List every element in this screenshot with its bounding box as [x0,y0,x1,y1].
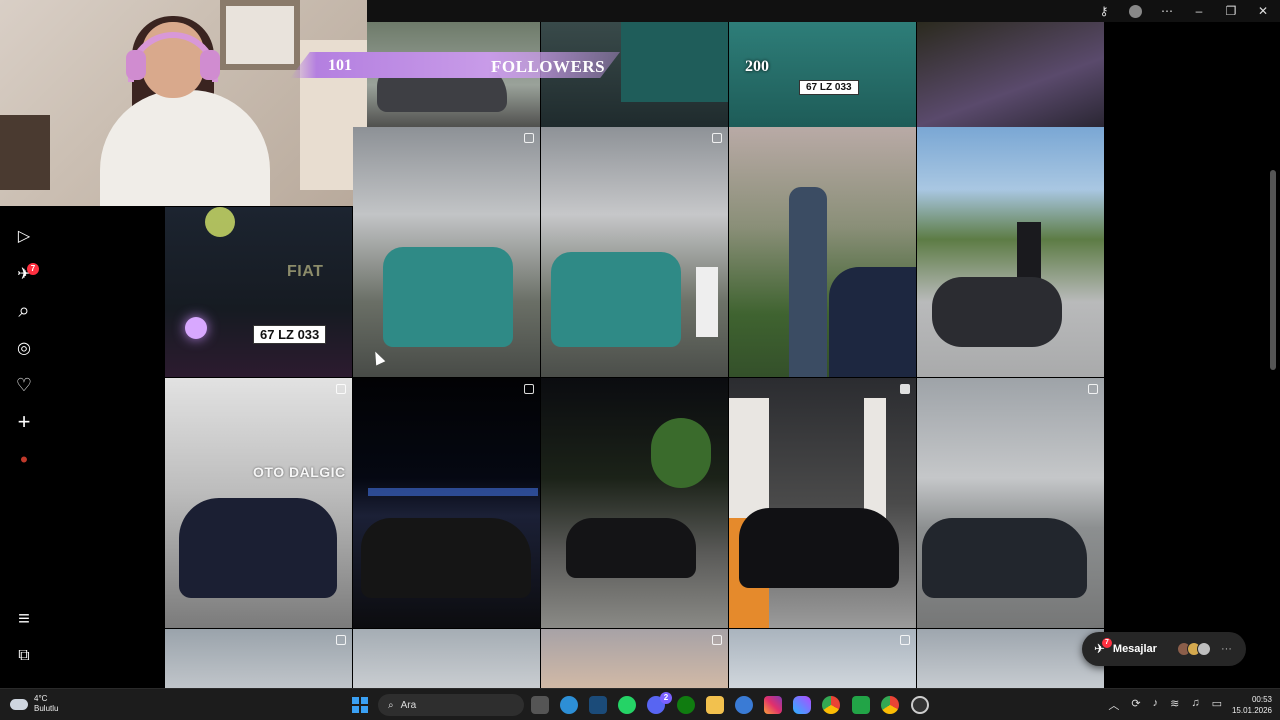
search-icon: ⌕ [388,699,394,711]
post-tile-19[interactable] [917,629,1104,688]
post-tile-7[interactable] [541,127,728,377]
taskbar-search[interactable]: ⌕ Ara [378,694,524,716]
whatsapp-icon[interactable] [618,696,636,714]
more-icon[interactable]: ··· [1221,643,1232,655]
van-shape [621,22,728,102]
post-tile-12[interactable] [541,378,728,628]
car-shape [739,508,899,588]
task-view-icon[interactable] [531,696,549,714]
carousel-icon [900,635,910,645]
create-icon[interactable]: + [14,409,34,434]
follower-goal: 200 [745,58,769,75]
mic-icon[interactable]: ♪ [1153,697,1159,713]
car-shape [361,518,531,598]
chrome-icon[interactable] [822,696,840,714]
video-icon [900,384,910,394]
screen: ⚷ ⋯ – ❐ ✕ 67 LZ 033 101 FOLLOWERS 200 FI… [0,0,1280,720]
wifi-icon[interactable]: ≋ [1170,697,1179,713]
explore-icon[interactable]: ◎ [14,338,34,358]
obs-icon[interactable] [911,696,929,714]
apps-icon[interactable]: ⧉ [14,646,34,666]
follower-count: 101 [328,57,352,74]
taskbar-search-label: Ara [400,699,417,711]
avatar [1196,642,1211,656]
car-shape [179,498,337,598]
fiat-logo: FIAT [287,263,324,280]
carousel-icon [1088,384,1098,394]
post-tile-15[interactable] [165,629,352,688]
motorcycle-shape [932,277,1062,347]
post-tile-4[interactable] [917,22,1104,127]
start-button[interactable] [352,697,368,713]
key-icon[interactable]: ⚷ [1097,4,1111,18]
webcam-overlay [0,0,367,206]
carousel-icon [712,133,722,143]
volume-icon[interactable]: ♫ [1191,697,1199,713]
more-icon[interactable]: ⋯ [1160,4,1174,18]
app-icon[interactable] [852,696,870,714]
post-tile-8[interactable] [729,127,916,377]
cloud-icon [10,698,28,710]
restore-icon[interactable]: ❐ [1224,4,1238,18]
sync-icon[interactable]: ⟳ [1131,697,1140,713]
edge-icon[interactable] [560,696,578,714]
van-shape [551,252,681,347]
chrome-alt-icon[interactable] [881,696,899,714]
clock-date: 15.01.2026 [1231,706,1272,715]
instagram-icon[interactable] [764,696,782,714]
car-shape [922,518,1087,598]
nav-sidebar: ▷ ✈ 7 ⌕ ◎ ♡ + • ≡ ⧉ [0,206,48,688]
post-tile-16[interactable] [353,629,540,688]
steam-icon[interactable] [589,696,607,714]
chromium-icon[interactable] [735,696,753,714]
xbox-icon[interactable] [677,696,695,714]
system-tray: ︿ ⟳ ♪ ≋ ♫ ▭ [1108,697,1222,713]
messages-pill-label: Mesajlar [1112,643,1157,655]
messages-badge: 7 [27,263,39,275]
post-tile-9[interactable] [917,127,1104,377]
post-tile-6[interactable] [353,127,540,377]
reels-icon[interactable]: ▷ [14,226,34,246]
messages-pill[interactable]: ✈ 7 Mesajlar ··· [1082,632,1246,666]
page-scrollbar[interactable] [1270,170,1276,370]
taskbar: 4°C Bulutlu ⌕ Ara 2 ︿ ⟳ ♪ ≋ ♫ ▭ 00:53 15… [0,688,1280,720]
folder-icon[interactable] [706,696,724,714]
follower-label: FOLLOWERS [491,57,606,76]
taskbar-clock[interactable]: 00:53 15.01.2026 [1228,694,1272,716]
license-plate: 67 LZ 033 [799,80,859,95]
post-tile-14[interactable] [917,378,1104,628]
shop-sign: OTO DALGIC [253,464,346,480]
search-icon[interactable]: ⌕ [14,300,34,322]
post-tile-13[interactable] [729,378,916,628]
post-tile-5[interactable]: FIAT 67 LZ 033 [165,207,352,377]
carousel-icon [336,635,346,645]
post-tile-10[interactable]: OTO DALGIC [165,378,352,628]
clock-time: 00:53 [1251,695,1272,704]
weather-widget[interactable]: 4°C Bulutlu [10,694,58,714]
carousel-icon [524,384,534,394]
van-shape [383,247,513,347]
post-tile-18[interactable] [729,629,916,688]
chat-badge: 2 [660,692,672,704]
messages-pill-badge: 7 [1102,638,1112,648]
minimize-icon[interactable]: – [1192,4,1206,18]
post-tile-17[interactable] [541,629,728,688]
post-tile-11[interactable] [353,378,540,628]
car-shape [566,518,696,578]
license-plate: 67 LZ 033 [253,325,327,344]
battery-icon[interactable]: ▭ [1212,697,1222,713]
profile-icon[interactable]: • [14,447,34,472]
carousel-icon [524,133,534,143]
video-icon [712,635,722,645]
chevron-up-icon[interactable]: ︿ [1108,697,1119,713]
weather-desc: Bulutlu [34,704,59,713]
profile-avatar[interactable] [1129,4,1142,18]
weather-temp: 4°C [34,694,48,703]
carousel-icon [336,384,346,394]
close-icon[interactable]: ✕ [1256,4,1270,18]
copilot-icon[interactable] [793,696,811,714]
notifications-icon[interactable]: ♡ [14,375,34,395]
menu-icon[interactable]: ≡ [14,608,34,630]
